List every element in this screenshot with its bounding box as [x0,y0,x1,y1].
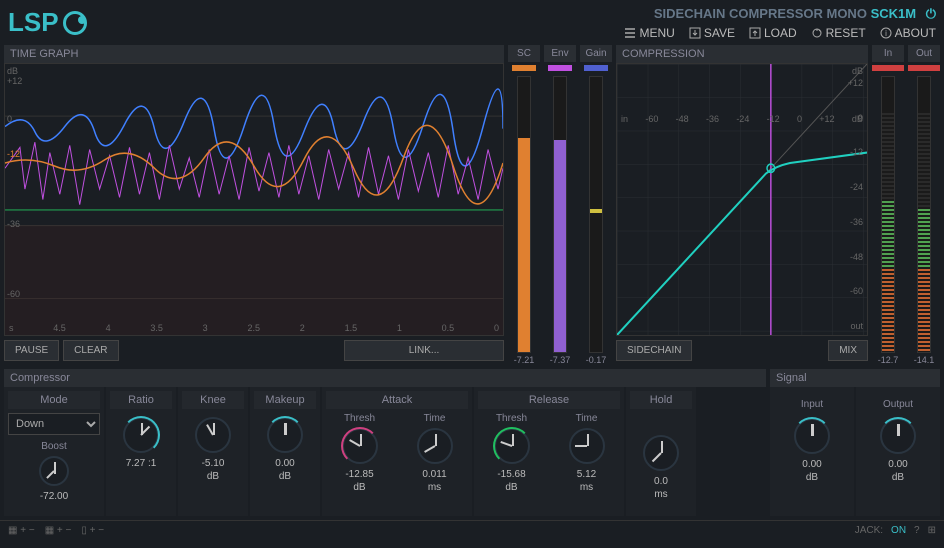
plugin-title: SIDECHAIN COMPRESSOR MONO [654,6,867,21]
release-time-knob[interactable] [569,428,605,464]
footer-icon-3[interactable]: ▯ + − [81,525,104,536]
help-icon[interactable]: ? [914,525,920,536]
attack-thresh-knob[interactable] [342,428,378,464]
clear-button[interactable]: CLEAR [63,340,118,361]
time-graph-header: TIME GRAPH [4,45,504,63]
boost-knob[interactable] [39,456,69,486]
jack-state[interactable]: ON [891,525,906,536]
sidechain-button[interactable]: SIDECHAIN [616,340,692,361]
gain-meter [589,76,603,353]
footer-icon-2[interactable]: ▦ + − [45,525,72,536]
gain-indicator [584,65,608,71]
in-indicator [872,65,904,71]
power-icon[interactable]: ⏻ [926,6,936,21]
out-meter-label: Out [908,45,940,62]
save-button[interactable]: SAVE [689,26,735,40]
mode-select[interactable]: Down [8,413,100,435]
in-meter [881,76,895,353]
env-meter-label: Env [544,45,576,62]
menu-button[interactable]: MENU [624,26,674,40]
sc-indicator [512,65,536,71]
mix-button[interactable]: MIX [828,340,868,361]
gain-meter-label: Gain [580,45,612,62]
ratio-knob[interactable] [123,417,159,453]
env-meter [553,76,567,353]
hold-knob[interactable] [643,435,679,471]
svg-text:i: i [885,29,887,38]
knee-knob[interactable] [195,417,231,453]
signal-header: Signal [770,369,940,387]
release-thresh-knob[interactable] [494,428,530,464]
plugin-model: SCK1M [871,6,917,21]
input-knob[interactable] [794,418,830,454]
out-meter [917,76,931,353]
load-button[interactable]: LOAD [749,26,797,40]
in-meter-label: In [872,45,904,62]
reset-button[interactable]: RESET [811,26,866,40]
footer-icon-1[interactable]: ▦ + − [8,525,35,536]
env-indicator [548,65,572,71]
logo: LSP [8,7,87,38]
sc-meter-label: SC [508,45,540,62]
settings-icon[interactable]: ⊞ [928,525,936,536]
output-knob[interactable] [880,418,916,454]
compression-header: COMPRESSION [616,45,868,63]
makeup-knob[interactable] [267,417,303,453]
attack-time-knob[interactable] [417,428,453,464]
pause-button[interactable]: PAUSE [4,340,59,361]
out-indicator [908,65,940,71]
compression-graph[interactable]: dB in-60-48-36-24-120+12dB +120-12-24-36… [616,63,868,336]
compressor-header: Compressor [4,369,766,387]
sc-meter [517,76,531,353]
time-graph[interactable]: dB+12 0 -12 -36 -60 s 4.543.532.521.510.… [4,63,504,336]
link-button[interactable]: LINK... [344,340,504,361]
about-button[interactable]: iABOUT [880,26,936,40]
